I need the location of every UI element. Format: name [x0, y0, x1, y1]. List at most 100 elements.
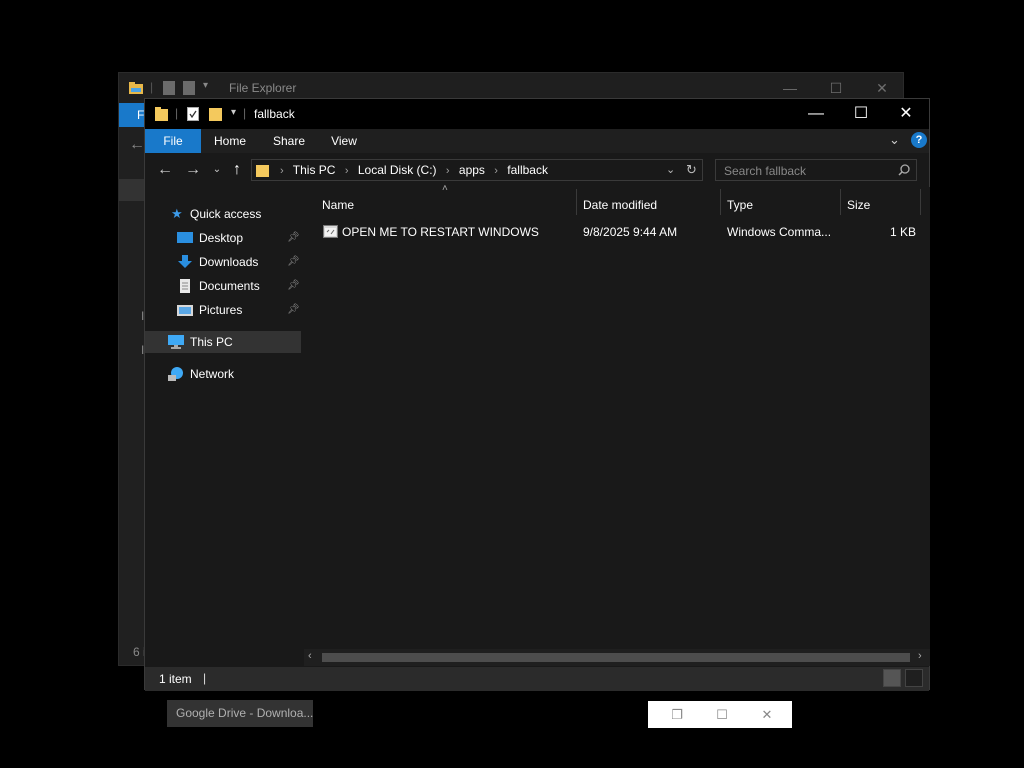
- address-bar[interactable]: › This PC › Local Disk (C:) › apps › fal…: [251, 159, 703, 181]
- taskbar-google-drive[interactable]: Google Drive - Downloa...: [167, 700, 313, 727]
- breadcrumb-this-pc[interactable]: This PC: [293, 163, 336, 177]
- desktop-icon: [177, 231, 193, 243]
- pin-icon[interactable]: 📌︎: [287, 227, 300, 249]
- star-icon: ★: [171, 205, 183, 221]
- documents-icon: [180, 278, 190, 293]
- pin-icon[interactable]: 📌︎: [287, 299, 300, 321]
- large-icons-view-icon[interactable]: [905, 669, 923, 687]
- search-icon[interactable]: [898, 164, 910, 176]
- file-list: ˄ Name Date modified Type Size OPEN ME T…: [304, 183, 930, 665]
- column-divider[interactable]: [840, 189, 841, 215]
- nav-this-pc[interactable]: This PC: [145, 331, 301, 353]
- new-folder-icon[interactable]: [183, 81, 195, 95]
- background-maximize-button[interactable]: ☐: [813, 79, 859, 97]
- navigation-bar: ← → ⌄ ↑ › This PC › Local Disk (C:) › ap…: [145, 153, 929, 187]
- breadcrumb-separator-icon[interactable]: ›: [446, 165, 450, 177]
- column-header-name[interactable]: Name: [322, 193, 354, 217]
- network-icon: [168, 366, 183, 381]
- nav-documents[interactable]: Documents 📌︎: [177, 275, 303, 297]
- breadcrumb-fallback[interactable]: fallback: [507, 163, 548, 177]
- minimize-button[interactable]: —: [793, 99, 839, 129]
- maximize-icon[interactable]: ☐: [699, 705, 745, 724]
- background-window-title: File Explorer: [229, 81, 297, 95]
- up-button[interactable]: ↑: [227, 161, 247, 179]
- tab-home[interactable]: Home: [209, 129, 251, 153]
- address-dropdown-icon[interactable]: ⌄: [666, 163, 675, 176]
- column-divider[interactable]: [720, 189, 721, 215]
- folder-icon: [155, 107, 168, 121]
- computer-icon: [168, 334, 184, 349]
- details-view-icon[interactable]: [883, 669, 901, 687]
- window-title: fallback: [254, 107, 295, 121]
- back-button[interactable]: ←: [155, 161, 175, 179]
- background-minimize-button[interactable]: —: [767, 79, 813, 97]
- background-file-tab[interactable]: F: [119, 103, 147, 127]
- divider: |: [243, 106, 247, 120]
- breadcrumb-apps[interactable]: apps: [459, 163, 485, 177]
- title-bar[interactable]: | ▾ | fallback — ☐ ✕: [145, 99, 929, 129]
- tab-share[interactable]: Share: [269, 129, 309, 153]
- breadcrumb-separator-icon: ›: [280, 165, 284, 177]
- file-type: Windows Comma...: [727, 225, 832, 239]
- column-divider[interactable]: [920, 189, 921, 215]
- pin-icon[interactable]: 📌︎: [287, 275, 300, 297]
- tab-view[interactable]: View: [327, 129, 361, 153]
- column-divider[interactable]: [576, 189, 577, 215]
- expand-ribbon-icon[interactable]: ⌄: [889, 132, 900, 148]
- nav-pictures[interactable]: Pictures 📌︎: [177, 299, 303, 321]
- column-header-type[interactable]: Type: [727, 193, 753, 217]
- nav-desktop[interactable]: Desktop 📌︎: [177, 227, 303, 249]
- scroll-right-icon[interactable]: ›: [918, 650, 922, 662]
- pin-icon[interactable]: 📌︎: [287, 251, 300, 273]
- breadcrumb-separator-icon[interactable]: ›: [345, 165, 349, 177]
- restore-icon[interactable]: ❐: [654, 705, 700, 724]
- sort-ascending-icon: ˄: [442, 183, 448, 194]
- search-input[interactable]: [722, 162, 896, 180]
- nav-quick-access[interactable]: ★ Quick access: [171, 203, 261, 225]
- file-date-modified: 9/8/2025 9:44 AM: [583, 225, 678, 239]
- properties-icon[interactable]: [163, 81, 175, 95]
- status-divider: |: [203, 671, 207, 685]
- file-row[interactable]: OPEN ME TO RESTART WINDOWS 9/8/2025 9:44…: [318, 221, 918, 243]
- new-folder-icon[interactable]: [209, 106, 223, 122]
- maximize-button[interactable]: ☐: [838, 99, 884, 129]
- file-name: OPEN ME TO RESTART WINDOWS: [342, 225, 539, 239]
- window-controls-box: ❐ ☐ ✕: [648, 701, 792, 728]
- pictures-icon: [177, 304, 193, 316]
- item-count: 1 item: [159, 672, 192, 686]
- divider: |: [175, 106, 179, 120]
- breadcrumb-separator-icon[interactable]: ›: [494, 165, 498, 177]
- quick-access-toolbar-dropdown-icon[interactable]: ▾: [203, 80, 208, 91]
- tab-file[interactable]: File: [145, 129, 201, 153]
- background-back-icon[interactable]: ←: [129, 136, 145, 154]
- close-button[interactable]: ✕: [883, 99, 929, 129]
- scrollbar-thumb[interactable]: [322, 653, 910, 662]
- quick-access-toolbar-dropdown-icon[interactable]: ▾: [231, 107, 236, 118]
- search-box[interactable]: [715, 159, 917, 181]
- properties-icon[interactable]: [187, 107, 199, 121]
- downloads-icon: [178, 254, 192, 268]
- close-icon[interactable]: ✕: [744, 705, 790, 724]
- column-header-date-modified[interactable]: Date modified: [583, 193, 657, 217]
- file-explorer-icon: [129, 82, 143, 94]
- column-header-size[interactable]: Size: [847, 193, 870, 217]
- explorer-window[interactable]: | ▾ | fallback — ☐ ✕ File Home Share Vie…: [144, 98, 930, 691]
- navigation-pane: ★ Quick access Desktop 📌︎ Downloads 📌︎ Do…: [145, 187, 303, 665]
- forward-button[interactable]: →: [183, 161, 203, 179]
- nav-downloads[interactable]: Downloads 📌︎: [177, 251, 303, 273]
- folder-icon: [256, 165, 269, 177]
- background-nav-highlight: [119, 179, 145, 201]
- background-close-button[interactable]: ✕: [859, 79, 905, 97]
- recent-locations-icon[interactable]: ⌄: [207, 161, 227, 179]
- file-size: 1 KB: [890, 225, 917, 239]
- divider: |: [150, 80, 154, 94]
- ribbon-tabs: File Home Share View ⌄ ?: [145, 129, 929, 153]
- horizontal-scrollbar[interactable]: ‹ ›: [304, 649, 930, 666]
- status-bar: 1 item |: [145, 667, 929, 691]
- help-icon[interactable]: ?: [911, 132, 927, 148]
- breadcrumb-local-disk[interactable]: Local Disk (C:): [358, 163, 437, 177]
- batch-file-icon: [323, 225, 338, 238]
- nav-network[interactable]: Network: [168, 363, 234, 385]
- refresh-icon[interactable]: ↻: [686, 162, 697, 178]
- scroll-left-icon[interactable]: ‹: [308, 650, 312, 662]
